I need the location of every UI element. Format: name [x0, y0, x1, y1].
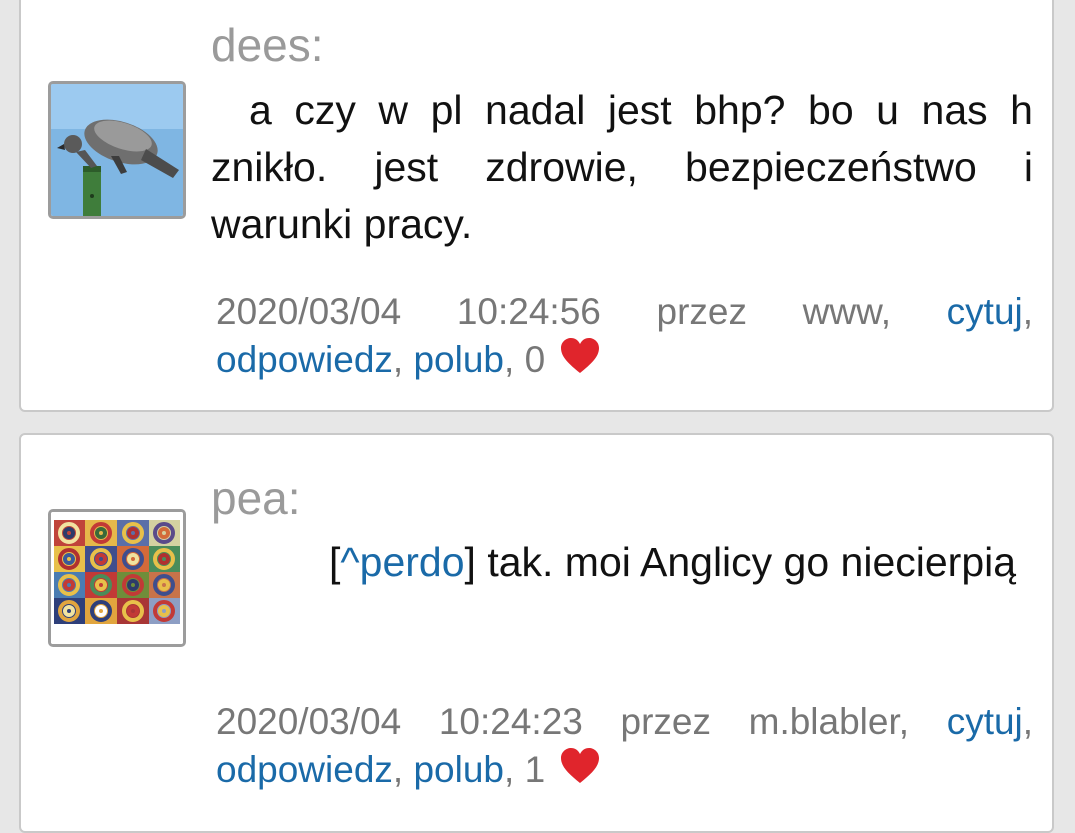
via-label: przez — [620, 701, 711, 742]
reply-link[interactable]: odpowiedz — [216, 339, 393, 380]
comment-text: a czy w pl nadal jest bhp? bo u nas h zn… — [211, 87, 1033, 247]
reply-to-link[interactable]: ^perdo — [340, 539, 464, 585]
kandinsky-circles-icon[interactable] — [48, 509, 186, 647]
comment-meta: 2020/03/04 10:24:23 przez m.blabler, cyt… — [216, 698, 1033, 797]
like-count: 0 — [524, 339, 546, 380]
comment-card: pea: [^perdo] tak. moi Anglicy go niecie… — [19, 433, 1054, 833]
comment-user: m.blabler, — [748, 701, 910, 742]
heart-icon — [559, 337, 601, 387]
comment-time: 10:24:56 — [456, 291, 601, 332]
comment-time: 10:24:23 — [438, 701, 583, 742]
comment-author[interactable]: pea: — [211, 475, 301, 521]
comment-text: [^perdo] tak. moi Anglicy go niecierpią — [329, 539, 1017, 585]
comment-body: tak. moi Anglicy go niecierpią — [487, 539, 1017, 585]
comment-card: dees: a czy w pl nadal jest bhp? bo u na… — [19, 0, 1054, 412]
quote-link[interactable]: cytuj — [947, 701, 1023, 742]
comment-date: 2020/03/04 — [216, 701, 402, 742]
heart-icon — [559, 747, 601, 797]
like-link[interactable]: polub — [413, 749, 504, 790]
comment-meta: 2020/03/04 10:24:56 przez www, cytuj, od… — [216, 288, 1033, 387]
like-link[interactable]: polub — [413, 339, 504, 380]
comment-date: 2020/03/04 — [216, 291, 402, 332]
like-count: 1 — [524, 749, 546, 790]
pigeon-photo-icon[interactable] — [48, 81, 186, 219]
comment-user: www, — [802, 291, 892, 332]
via-label: przez — [656, 291, 747, 332]
quote-link[interactable]: cytuj — [947, 291, 1023, 332]
reply-link[interactable]: odpowiedz — [216, 749, 393, 790]
comment-author[interactable]: dees: — [211, 22, 324, 68]
